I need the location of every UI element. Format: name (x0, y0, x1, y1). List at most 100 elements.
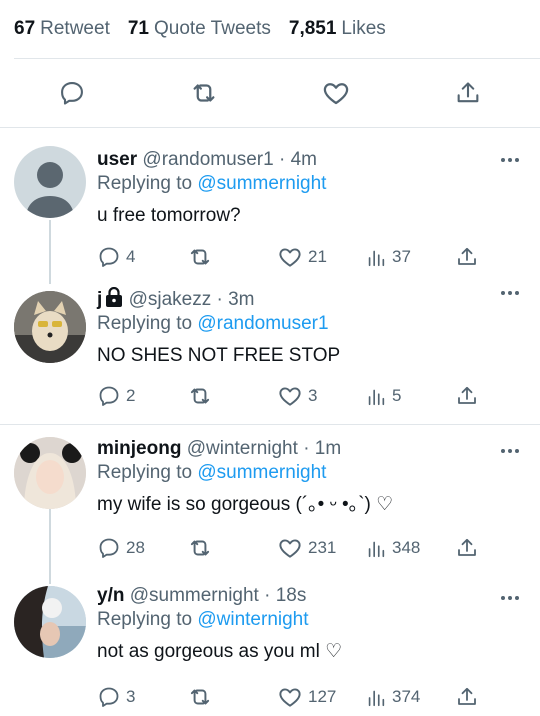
share-icon (458, 386, 476, 404)
quote-count: 71 (127, 18, 149, 39)
user-handle[interactable]: @winternight (187, 438, 298, 459)
reply-button[interactable]: 4 (97, 244, 187, 270)
share-icon (458, 687, 476, 705)
retweet-icon (190, 540, 210, 556)
user-handle[interactable]: @summernight (130, 585, 259, 606)
like-count: 3 (308, 386, 318, 405)
timestamp[interactable]: 1m (315, 438, 341, 459)
profile-photo-icon (14, 437, 86, 509)
like-button[interactable] (316, 73, 356, 113)
like-icon (279, 387, 301, 406)
more-dots-icon (501, 596, 519, 600)
like-count-link[interactable]: 7,851 Likes (289, 18, 386, 40)
reply-button[interactable]: 3 (97, 684, 187, 710)
avatar[interactable] (14, 586, 86, 658)
replying-to-label: Replying to (97, 609, 193, 630)
view-count: 348 (392, 538, 421, 557)
timestamp[interactable]: 18s (276, 585, 307, 606)
share-icon (457, 82, 479, 103)
replying-to: Replying to @summernight (97, 461, 526, 485)
separator-dot: · (216, 289, 223, 310)
tweet-text: not as gorgeous as you ml ♡ (97, 641, 343, 662)
views-button[interactable]: 5 (365, 383, 455, 409)
more-options-button[interactable] (500, 150, 520, 168)
display-name[interactable]: user (97, 149, 137, 170)
replying-to-label: Replying to (97, 173, 193, 194)
retweet-icon (193, 84, 215, 102)
like-button[interactable]: 231 (277, 535, 365, 561)
like-icon (323, 83, 349, 105)
share-button[interactable] (455, 244, 479, 270)
reply-button[interactable]: 2 (97, 383, 187, 409)
reply-icon (99, 687, 119, 707)
reply-count: 28 (126, 538, 145, 557)
retweet-icon (190, 689, 210, 705)
retweet-button[interactable] (187, 244, 277, 270)
user-handle[interactable]: @randomuser1 (142, 149, 273, 170)
retweet-label: Retweet (40, 18, 110, 39)
reply-tweet[interactable]: user @randomuser1 · 4m Replying to @summ… (0, 128, 540, 272)
reply-icon (99, 386, 119, 406)
avatar[interactable] (14, 437, 86, 509)
views-button[interactable]: 374 (365, 684, 455, 710)
display-name[interactable]: y/n (97, 585, 124, 606)
reply-button[interactable]: 28 (97, 535, 187, 561)
mention-link[interactable]: @winternight (197, 609, 308, 630)
retweet-count: 67 (14, 18, 36, 39)
avatar[interactable] (14, 291, 86, 363)
display-name[interactable]: j (97, 289, 102, 310)
share-button[interactable] (448, 73, 488, 113)
like-button[interactable]: 127 (277, 684, 365, 710)
dog-photo-icon (14, 291, 86, 363)
retweet-count-link[interactable]: 67 Retweet (14, 18, 110, 40)
views-button[interactable]: 37 (365, 244, 455, 270)
like-button[interactable]: 3 (277, 383, 365, 409)
timestamp[interactable]: 3m (228, 289, 254, 310)
reply-icon (61, 82, 83, 105)
view-count: 5 (392, 386, 402, 405)
reply-icon (99, 538, 119, 558)
views-chart-icon (368, 541, 385, 558)
view-count: 374 (392, 687, 421, 706)
mention-link[interactable]: @summernight (197, 462, 326, 483)
retweet-button[interactable] (187, 684, 277, 710)
like-button[interactable]: 21 (277, 244, 365, 270)
views-button[interactable]: 348 (365, 535, 455, 561)
mention-link[interactable]: @randomuser1 (197, 313, 328, 334)
retweet-button[interactable] (184, 73, 224, 113)
share-button[interactable] (455, 383, 479, 409)
more-options-button[interactable] (500, 283, 520, 301)
retweet-button[interactable] (187, 535, 277, 561)
reply-button[interactable] (52, 73, 92, 113)
retweet-button[interactable] (187, 383, 277, 409)
quote-count-link[interactable]: 71 Quote Tweets (128, 18, 271, 40)
separator-dot: · (264, 585, 271, 606)
separator-dot: · (303, 438, 310, 459)
reply-tweet[interactable]: y/n @summernight · 18s Replying to @wint… (0, 572, 540, 716)
more-options-button[interactable] (500, 441, 520, 459)
like-label: Likes (341, 18, 386, 39)
avatar[interactable] (14, 146, 86, 218)
reply-count: 3 (126, 687, 136, 706)
mention-link[interactable]: @summernight (197, 173, 326, 194)
user-handle[interactable]: @sjakezz (129, 289, 212, 310)
timestamp[interactable]: 4m (291, 149, 317, 170)
reply-icon (99, 247, 119, 267)
share-icon (458, 538, 476, 556)
replying-to: Replying to @summernight (97, 172, 526, 196)
display-name[interactable]: minjeong (97, 438, 181, 459)
reply-tweet[interactable]: minjeong @winternight · 1m Replying to @… (0, 425, 540, 569)
engagement-stats: 67 Retweet 71 Quote Tweets 7,851 Likes (0, 0, 540, 58)
like-count: 231 (308, 538, 337, 557)
replying-to: Replying to @winternight (97, 608, 526, 632)
reply-tweet[interactable]: j @sjakezz · 3m Replying to @randomuser1… (0, 273, 540, 417)
retweet-icon (190, 249, 210, 265)
share-button[interactable] (455, 684, 479, 710)
replying-to-label: Replying to (97, 462, 193, 483)
more-options-button[interactable] (500, 588, 520, 606)
tweet-text: my wife is so gorgeous (´｡• ᵕ •｡`) ♡ (97, 494, 394, 515)
share-button[interactable] (455, 535, 479, 561)
replying-to: Replying to @randomuser1 (97, 312, 526, 336)
reply-count: 4 (126, 247, 136, 266)
reply-count: 2 (126, 386, 136, 405)
